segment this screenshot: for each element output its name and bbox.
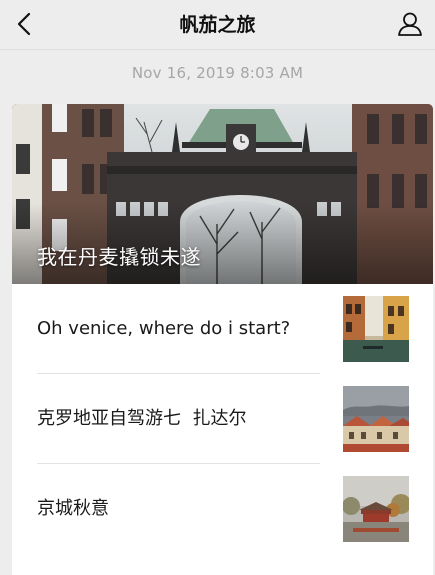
article-title: Oh venice, where do i start?	[37, 318, 291, 339]
article-card: 我在丹麦撬锁未遂 Oh venice, where do i start? 克罗…	[12, 104, 433, 575]
message-timestamp: Nov 16, 2019 8:03 AM	[131, 64, 304, 82]
article-title: 克罗地亚自驾游七 扎达尔	[37, 408, 247, 429]
profile-button[interactable]	[393, 7, 427, 41]
venice-canal-image	[343, 296, 409, 362]
zadar-rooftops-image	[343, 386, 409, 452]
chevron-left-icon	[17, 12, 31, 36]
article-thumbnail	[343, 476, 409, 542]
article-item-beijing[interactable]: 京城秋意	[12, 464, 433, 554]
page-title: 帆茄之旅	[179, 14, 256, 36]
article-thumbnail	[343, 386, 409, 452]
navigation-bar: 帆茄之旅	[0, 0, 435, 50]
article-thumbnail	[343, 296, 409, 362]
cover-article[interactable]: 我在丹麦撬锁未遂	[12, 104, 433, 284]
cover-title: 我在丹麦撬锁未遂	[37, 245, 201, 269]
article-item-croatia[interactable]: 克罗地亚自驾游七 扎达尔	[12, 374, 433, 464]
forbidden-city-image	[343, 476, 409, 542]
article-title: 京城秋意	[37, 498, 109, 519]
person-icon	[398, 12, 422, 36]
article-item-venice[interactable]: Oh venice, where do i start?	[12, 284, 433, 374]
back-button[interactable]	[8, 7, 42, 41]
